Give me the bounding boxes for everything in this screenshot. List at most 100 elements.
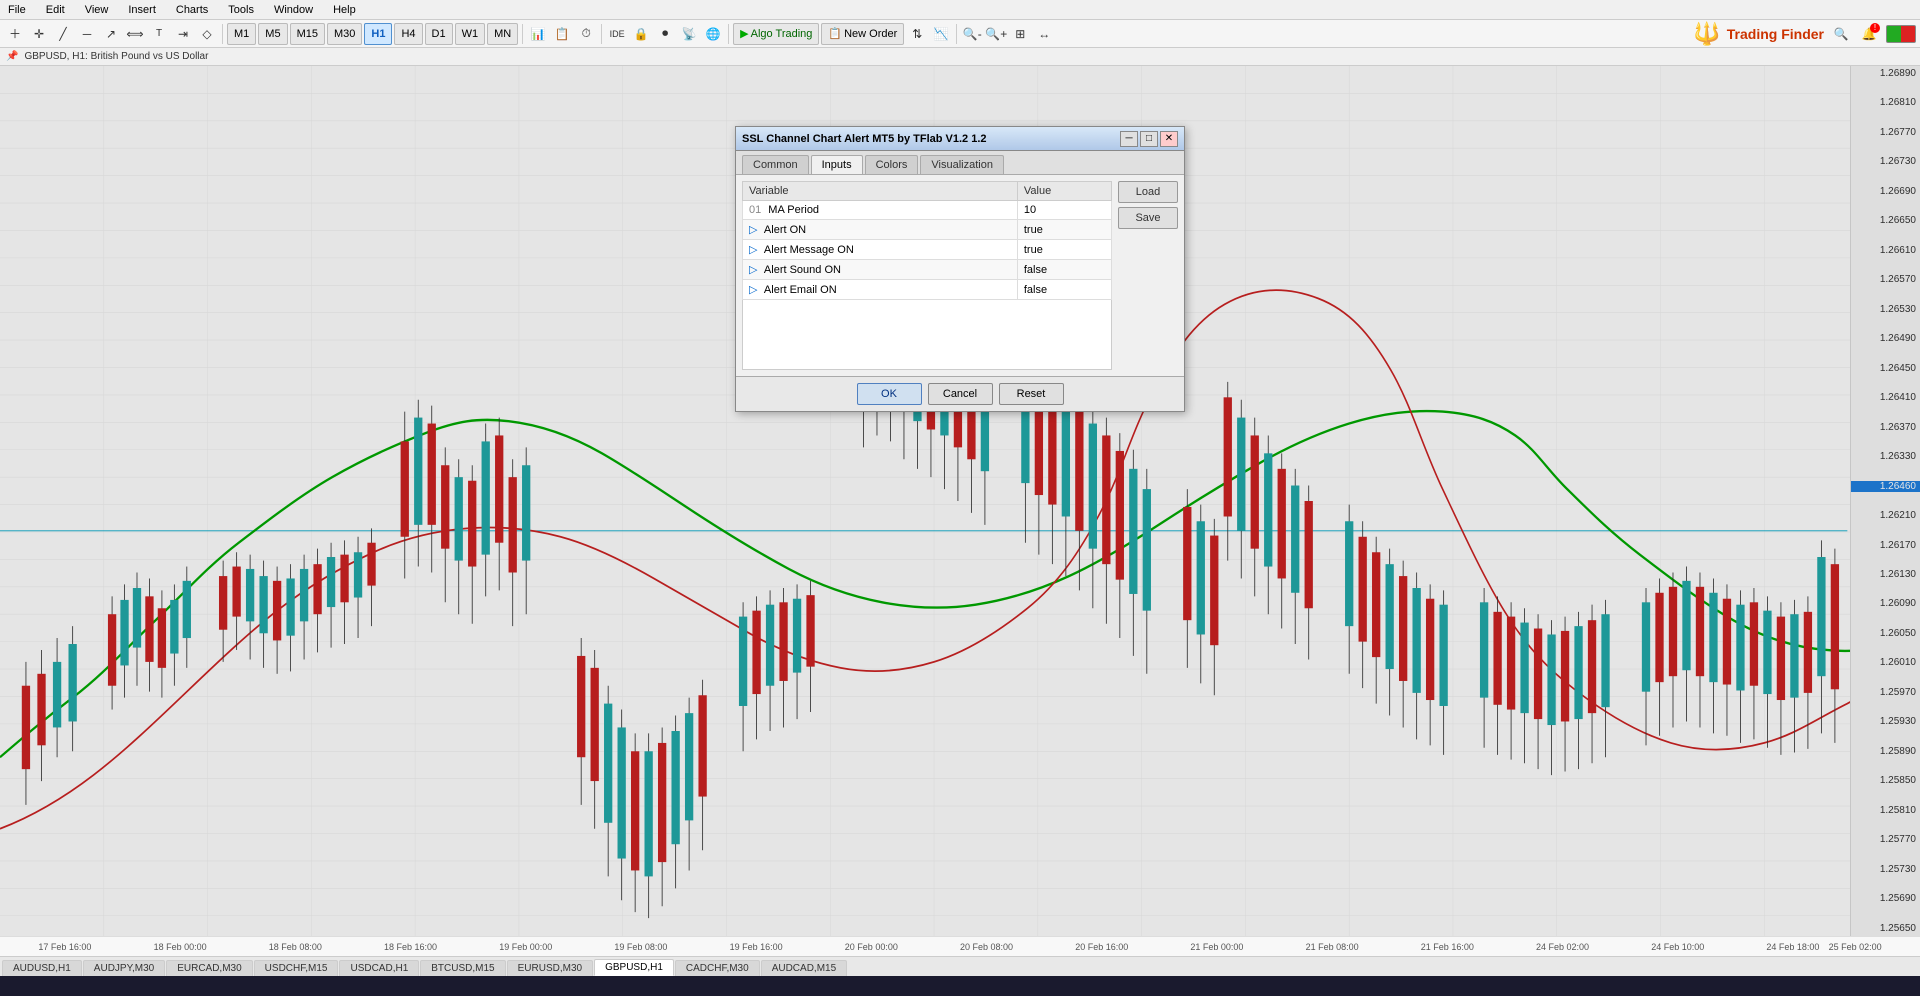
tf-m1[interactable]: M1	[227, 23, 256, 45]
table-row[interactable]: ▷ Alert Message ON true	[743, 240, 1112, 260]
time-label: 18 Feb 00:00	[154, 942, 207, 952]
dialog-maximize-button[interactable]: □	[1140, 131, 1158, 147]
tf-h1[interactable]: H1	[364, 23, 392, 45]
shapes-button[interactable]: ◇	[196, 23, 218, 45]
time-label: 20 Feb 00:00	[845, 942, 898, 952]
modal-overlay: SSL Channel Chart Alert MT5 by TFlab V1.…	[0, 66, 1920, 936]
chart-tab-audcad-m15[interactable]: AUDCAD,M15	[761, 960, 847, 976]
time-label: 20 Feb 08:00	[960, 942, 1013, 952]
line-button[interactable]: ╱	[52, 23, 74, 45]
table-row[interactable]: ▷ Alert Sound ON false	[743, 260, 1112, 280]
dialog-footer: OK Cancel Reset	[736, 376, 1184, 411]
period-button[interactable]: ⏱	[575, 23, 597, 45]
param-value[interactable]: true	[1017, 220, 1111, 240]
chart-tab-gbpusd-h1[interactable]: GBPUSD,H1	[594, 959, 674, 976]
hline-button[interactable]: ─	[76, 23, 98, 45]
tf-mn[interactable]: MN	[487, 23, 518, 45]
time-label: 21 Feb 00:00	[1190, 942, 1243, 952]
new-chart-button[interactable]: ＋	[4, 23, 26, 45]
dialog-titlebar[interactable]: SSL Channel Chart Alert MT5 by TFlab V1.…	[736, 127, 1184, 151]
menu-help[interactable]: Help	[329, 4, 360, 16]
dialog-close-button[interactable]: ✕	[1160, 131, 1178, 147]
menu-window[interactable]: Window	[270, 4, 317, 16]
notifications-button[interactable]: 🔔!	[1858, 23, 1880, 45]
zoom-in-button[interactable]: 🔍+	[985, 23, 1007, 45]
menu-charts[interactable]: Charts	[172, 4, 212, 16]
tab-inputs[interactable]: Inputs	[811, 155, 863, 174]
indicators-button[interactable]: 📊	[527, 23, 549, 45]
mini-chart-button[interactable]: 📉	[930, 23, 952, 45]
cancel-button[interactable]: Cancel	[928, 383, 993, 405]
arrow-button[interactable]: ⇥	[172, 23, 194, 45]
channel-button[interactable]: ⟺	[124, 23, 146, 45]
table-row[interactable]: ▷ Alert ON true	[743, 220, 1112, 240]
tf-m15[interactable]: M15	[290, 23, 325, 45]
trendline-button[interactable]: ↗	[100, 23, 122, 45]
menu-edit[interactable]: Edit	[42, 4, 69, 16]
param-name: ▷ Alert ON	[743, 220, 1018, 240]
tf-h4[interactable]: H4	[394, 23, 422, 45]
time-label: 17 Feb 16:00	[38, 942, 91, 952]
empty-param-area	[742, 300, 1112, 370]
market-button[interactable]: 🌐	[702, 23, 724, 45]
arrow-icon: ▷	[749, 224, 757, 236]
chart-tab-btcusd-m15[interactable]: BTCUSD,M15	[420, 960, 505, 976]
time-label: 24 Feb 18:00	[1766, 942, 1819, 952]
new-order-button[interactable]: 📋 New Order	[821, 23, 904, 45]
depth-button[interactable]: ⇅	[906, 23, 928, 45]
arrow-icon: ▷	[749, 244, 757, 256]
chart-tab-eurcad-m30[interactable]: EURCAD,M30	[166, 960, 252, 976]
record-button[interactable]: ⏺	[654, 23, 676, 45]
algo-trading-button[interactable]: ▶ Algo Trading	[733, 23, 819, 45]
tf-m5[interactable]: M5	[258, 23, 287, 45]
logo-text: Trading Finder	[1727, 26, 1824, 42]
separator-2	[522, 24, 523, 44]
chart-tab-usdcad-h1[interactable]: USDCAD,H1	[339, 960, 419, 976]
arrow-icon: ▷	[749, 284, 757, 296]
indicator-dialog: SSL Channel Chart Alert MT5 by TFlab V1.…	[735, 126, 1185, 412]
zoom-out-button[interactable]: 🔍-	[961, 23, 983, 45]
auto-scroll-button[interactable]: ↔	[1033, 23, 1055, 45]
menu-file[interactable]: File	[4, 4, 30, 16]
chart-tab-audjpy-m30[interactable]: AUDJPY,M30	[83, 960, 165, 976]
chart-tab-eurusd-m30[interactable]: EURUSD,M30	[507, 960, 593, 976]
tf-w1[interactable]: W1	[455, 23, 486, 45]
table-row[interactable]: ▷ Alert Email ON false	[743, 280, 1112, 300]
time-label: 24 Feb 10:00	[1651, 942, 1704, 952]
load-button[interactable]: Load	[1118, 181, 1178, 203]
param-value[interactable]: false	[1017, 260, 1111, 280]
grid-button[interactable]: ⊞	[1009, 23, 1031, 45]
save-button[interactable]: Save	[1118, 207, 1178, 229]
ok-button[interactable]: OK	[857, 383, 922, 405]
chart-area[interactable]: 1.26890 1.26810 1.26770 1.26730 1.26690 …	[0, 66, 1920, 936]
menu-tools[interactable]: Tools	[224, 4, 258, 16]
lock-button[interactable]: 🔒	[630, 23, 652, 45]
search-button[interactable]: 🔍	[1830, 23, 1852, 45]
menu-insert[interactable]: Insert	[124, 4, 160, 16]
chart-tab-usdchf-m15[interactable]: USDCHF,M15	[254, 960, 339, 976]
ide-button[interactable]: IDE	[606, 23, 628, 45]
param-id: 01	[749, 204, 761, 216]
param-name: ▷ Alert Message ON	[743, 240, 1018, 260]
table-row[interactable]: 01 MA Period 10	[743, 201, 1112, 220]
param-value[interactable]: false	[1017, 280, 1111, 300]
tf-d1[interactable]: D1	[425, 23, 453, 45]
tf-m30[interactable]: M30	[327, 23, 362, 45]
dialog-minimize-button[interactable]: ─	[1120, 131, 1138, 147]
param-value[interactable]: true	[1017, 240, 1111, 260]
toolbar: ＋ ✛ ╱ ─ ↗ ⟺ T ⇥ ◇ M1 M5 M15 M30 H1 H4 D1…	[0, 20, 1920, 48]
template-button[interactable]: 📋	[551, 23, 573, 45]
param-name: 01 MA Period	[743, 201, 1018, 220]
signal-button[interactable]: 📡	[678, 23, 700, 45]
text-button[interactable]: T	[148, 23, 170, 45]
chart-tab-audusd-h1[interactable]: AUDUSD,H1	[2, 960, 82, 976]
tab-common[interactable]: Common	[742, 155, 809, 174]
tab-visualization[interactable]: Visualization	[920, 155, 1004, 174]
separator-5	[956, 24, 957, 44]
menu-view[interactable]: View	[81, 4, 113, 16]
chart-tab-cadchf-m30[interactable]: CADCHF,M30	[675, 960, 760, 976]
tab-colors[interactable]: Colors	[865, 155, 919, 174]
reset-button[interactable]: Reset	[999, 383, 1064, 405]
param-value[interactable]: 10	[1017, 201, 1111, 220]
crosshair-button[interactable]: ✛	[28, 23, 50, 45]
